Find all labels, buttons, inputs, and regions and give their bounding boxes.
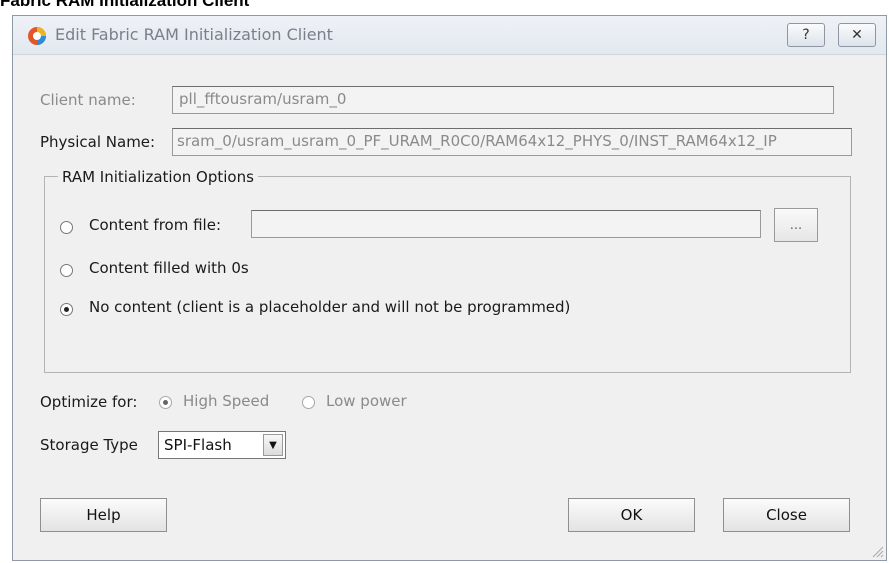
content-from-file-label: Content from file: [89, 216, 221, 234]
title-bar: Edit Fabric RAM Initialization Client ? … [13, 16, 886, 55]
window-title: Edit Fabric RAM Initialization Client [55, 25, 333, 44]
physical-name-field[interactable]: sram_0/usram_usram_0_PF_URAM_R0C0/RAM64x… [172, 128, 852, 156]
browse-button[interactable]: ... [774, 208, 818, 242]
edit-client-dialog: Edit Fabric RAM Initialization Client ? … [12, 15, 887, 561]
high-speed-radio[interactable] [159, 396, 172, 409]
close-button[interactable]: Close [723, 498, 850, 532]
help-button[interactable]: ? [787, 23, 825, 47]
app-logo-icon [28, 27, 46, 45]
high-speed-label: High Speed [183, 392, 270, 410]
optimize-label: Optimize for: [40, 393, 138, 411]
low-power-radio[interactable] [302, 396, 315, 409]
help-dialog-button[interactable]: Help [40, 498, 167, 532]
content-zeros-label: Content filled with 0s [89, 259, 249, 277]
storage-type-select[interactable]: SPI-Flash ▼ [158, 431, 286, 459]
no-content-radio[interactable] [60, 303, 73, 316]
content-zeros-radio[interactable] [60, 264, 73, 277]
physical-name-label: Physical Name: [40, 133, 156, 151]
ram-options-title: RAM Initialization Options [58, 168, 258, 186]
storage-type-label: Storage Type [40, 436, 138, 454]
low-power-label: Low power [326, 392, 407, 410]
chevron-down-icon[interactable]: ▼ [263, 434, 283, 456]
content-from-file-radio[interactable] [60, 221, 73, 234]
storage-type-value: SPI-Flash [164, 436, 232, 454]
page-caption: Fabric RAM Initialization Client [0, 0, 250, 10]
content-file-path-field[interactable] [251, 210, 761, 238]
client-name-field[interactable]: pll_fftousram/usram_0 [172, 86, 834, 114]
resize-grip-icon[interactable] [870, 544, 884, 558]
ok-button[interactable]: OK [568, 498, 695, 532]
client-name-label: Client name: [40, 91, 136, 109]
close-window-button[interactable]: ✕ [838, 23, 876, 47]
no-content-label: No content (client is a placeholder and … [89, 298, 571, 316]
